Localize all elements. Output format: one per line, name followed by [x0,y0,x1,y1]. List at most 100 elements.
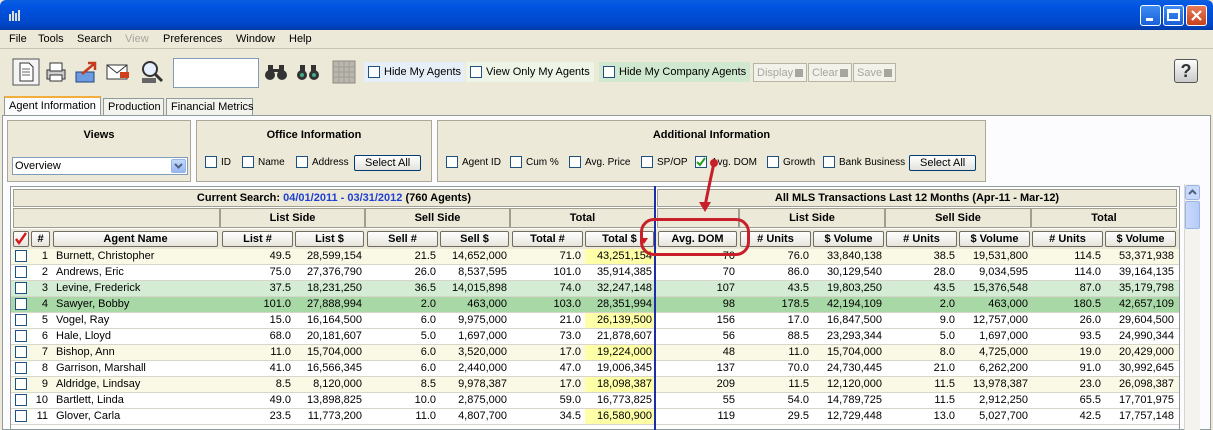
office-option-address[interactable]: Address [296,156,349,168]
office-option-id[interactable]: ID [205,156,231,168]
print-icon[interactable] [42,58,70,86]
row-checkbox[interactable] [15,282,27,294]
cell-right-sell-units: 9.0 [939,314,955,326]
menu-search[interactable]: Search [77,33,112,45]
email-icon[interactable] [104,58,132,86]
additional-option-agent-id[interactable]: Agent ID [446,156,501,168]
display-button[interactable]: Display [753,63,808,82]
cell-left-list-count: 8.5 [275,378,291,390]
table-row[interactable]: 9 Aldridge, Lindsay 8.5 8,120,000 8.5 9,978,3… [11,377,1179,393]
new-document-icon[interactable] [12,58,40,86]
sp-op-checkbox[interactable] [641,156,653,168]
menu-tools[interactable]: Tools [38,33,64,45]
column-header-agent-name[interactable]: Agent Name [53,231,218,247]
chevron-down-icon[interactable] [171,159,186,173]
blank-group-header [13,208,220,228]
office-address-checkbox[interactable] [296,156,308,168]
column-header-left-total-count[interactable]: Total # [512,231,583,247]
column-header-left-sell-amount[interactable]: Sell $ [440,231,509,247]
binoculars-group-icon[interactable] [294,58,322,86]
scroll-up-icon[interactable] [1185,185,1200,200]
office-select-all-button[interactable]: Select All [354,155,422,171]
export-icon[interactable] [72,58,100,86]
table-row[interactable]: 1 Burnett, Christopher 49.5 28,599,154 21.5 1… [11,249,1179,265]
minimize-button[interactable] [1140,5,1161,26]
additional-option-growth[interactable]: Growth [767,156,815,168]
cell-right-sell-volume: 4,725,000 [979,346,1028,358]
scroll-thumb[interactable] [1185,201,1200,229]
clear-button[interactable]: Clear [808,63,853,82]
cell-right-sell-units: 8.0 [939,346,955,358]
menu-window[interactable]: Window [236,33,275,45]
row-checkbox[interactable] [15,362,27,374]
column-header-right-sell-volume[interactable]: $ Volume [959,231,1030,247]
row-checkbox[interactable] [15,378,27,390]
column-header-row-number[interactable]: # [31,231,50,247]
office-name-checkbox[interactable] [242,156,254,168]
maximize-button[interactable] [1163,5,1184,26]
column-header-left-sell-count[interactable]: Sell # [367,231,438,247]
table-row[interactable]: 3 Levine, Frederick 37.5 18,231,250 36.5 14,0… [11,281,1179,297]
avg-price-checkbox[interactable] [569,156,581,168]
tab-production[interactable]: Production [103,98,164,115]
table-row[interactable]: 4 Sawyer, Bobby 101.0 27,888,994 2.0 463,000 1… [11,297,1179,313]
growth-checkbox[interactable] [767,156,779,168]
additional-option-bank-business[interactable]: Bank Business [823,156,905,168]
table-row[interactable]: 5 Vogel, Ray 15.0 16,164,500 6.0 9,975,000 21.… [11,313,1179,329]
office-option-name[interactable]: Name [242,156,285,168]
row-checkbox[interactable] [15,394,27,406]
menu-preferences[interactable]: Preferences [163,33,222,45]
table-row[interactable]: 10 Bartlett, Linda 49.0 13,898,825 10.0 2,875… [11,393,1179,409]
display-button-label: Display [757,66,794,79]
office-id-checkbox[interactable] [205,156,217,168]
menu-help[interactable]: Help [289,33,312,45]
close-button[interactable] [1186,5,1207,26]
table-row[interactable]: 2 Andrews, Eric 75.0 27,376,790 26.0 8,537,59… [11,265,1179,281]
view-only-my-agents-toggle[interactable]: View Only My Agents [466,62,594,82]
views-dropdown[interactable]: Overview [12,157,188,175]
row-checkbox[interactable] [15,330,27,342]
tab-financial-metrics[interactable]: Financial Metrics [166,98,254,115]
column-header-left-list-amount[interactable]: List $ [295,231,364,247]
additional-option-sp-op[interactable]: SP/OP [641,156,688,168]
table-row[interactable]: 8 Garrison, Marshall 41.0 16,566,345 6.0 2,44… [11,361,1179,377]
column-header-right-total-volume[interactable]: $ Volume [1105,231,1176,247]
bank-business-checkbox[interactable] [823,156,835,168]
cell-left-sell-amount: 1,697,000 [458,330,507,342]
row-checkbox[interactable] [15,266,27,278]
hide-my-agents-checkbox[interactable] [368,66,380,78]
additional-option-cum[interactable]: Cum % [510,156,559,168]
column-header-right-list-volume[interactable]: $ Volume [813,231,884,247]
column-header-right-sell-units[interactable]: # Units [886,231,957,247]
column-header-left-list-count[interactable]: List # [222,231,293,247]
menu-file[interactable]: File [9,33,27,45]
table-row[interactable]: 7 Bishop, Ann 11.0 15,704,000 6.0 3,520,000 17… [11,345,1179,361]
row-checkbox[interactable] [15,314,27,326]
cell-left-total-amount: 32,247,148 [596,282,652,294]
additional-option-avg-price[interactable]: Avg. Price [569,156,630,168]
cum-checkbox[interactable] [510,156,522,168]
hide-my-agents-toggle[interactable]: Hide My Agents [364,62,466,82]
search-agent-icon[interactable] [138,58,166,86]
column-header-right-list-units[interactable]: # Units [740,231,811,247]
save-button[interactable]: Save [853,63,897,82]
additional-select-all-button[interactable]: Select All [909,155,977,171]
row-checkbox[interactable] [15,250,27,262]
help-button[interactable]: ? [1174,59,1198,83]
row-checkbox[interactable] [15,410,27,422]
cell-right-list-units: 70.0 [787,362,809,374]
binoculars-icon[interactable] [262,58,290,86]
row-checkbox[interactable] [15,346,27,358]
row-checkbox[interactable] [15,298,27,310]
vertical-scrollbar[interactable] [1184,184,1200,430]
column-header-right-total-units[interactable]: # Units [1032,231,1103,247]
view-only-my-agents-checkbox[interactable] [470,66,482,78]
agent-id-checkbox[interactable] [446,156,458,168]
table-row[interactable]: 6 Hale, Lloyd 68.0 20,181,607 5.0 1,697,000 73… [11,329,1179,345]
tab-agent-information[interactable]: Agent Information [4,96,101,115]
hide-my-company-agents-toggle[interactable]: Hide My Company Agents [599,62,751,82]
hide-my-company-agents-checkbox[interactable] [603,66,615,78]
select-all-rows-checkbox[interactable] [13,231,29,247]
table-row[interactable]: 11 Glover, Carla 23.5 11,773,200 11.0 4,807,7… [11,409,1179,425]
search-input[interactable] [173,58,259,88]
